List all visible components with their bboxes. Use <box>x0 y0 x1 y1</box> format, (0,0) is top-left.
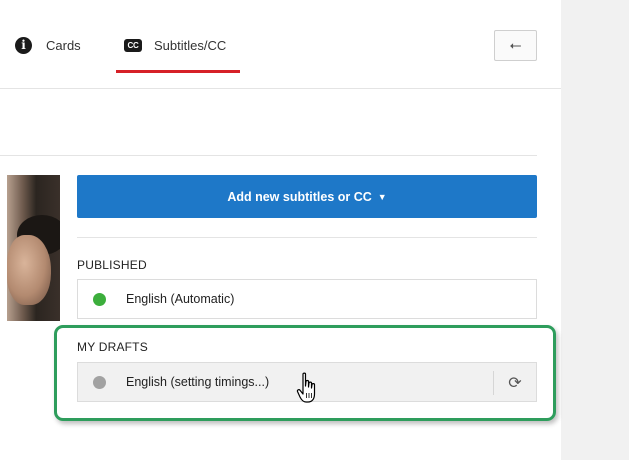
thumbnail-face <box>7 235 51 305</box>
tab-cards-label: Cards <box>46 37 81 53</box>
back-button[interactable]: ⭠ <box>494 30 537 61</box>
track-label: English (Automatic) <box>126 292 235 306</box>
caret-down-icon: ▼ <box>377 191 387 202</box>
status-dot-icon <box>93 292 106 306</box>
add-subtitles-label: Add new subtitles or CC <box>227 189 372 204</box>
divider <box>0 88 561 89</box>
info-icon: i <box>15 36 32 54</box>
divider <box>77 237 537 238</box>
active-tab-indicator <box>116 70 240 73</box>
video-thumbnail <box>7 175 60 321</box>
side-gutter <box>561 0 629 460</box>
divider <box>0 155 537 156</box>
tab-cards[interactable]: i Cards <box>15 34 81 56</box>
back-arrow-icon: ⭠ <box>509 37 522 54</box>
published-track-row[interactable]: English (Automatic) <box>77 279 537 319</box>
cc-icon: CC <box>124 38 142 52</box>
published-heading: PUBLISHED <box>77 258 147 272</box>
tab-subtitles-label: Subtitles/CC <box>154 37 227 53</box>
add-subtitles-button[interactable]: Add new subtitles or CC ▼ <box>77 175 537 218</box>
hand-cursor-icon <box>296 372 316 403</box>
tab-subtitles-cc[interactable]: CC Subtitles/CC <box>124 34 226 56</box>
